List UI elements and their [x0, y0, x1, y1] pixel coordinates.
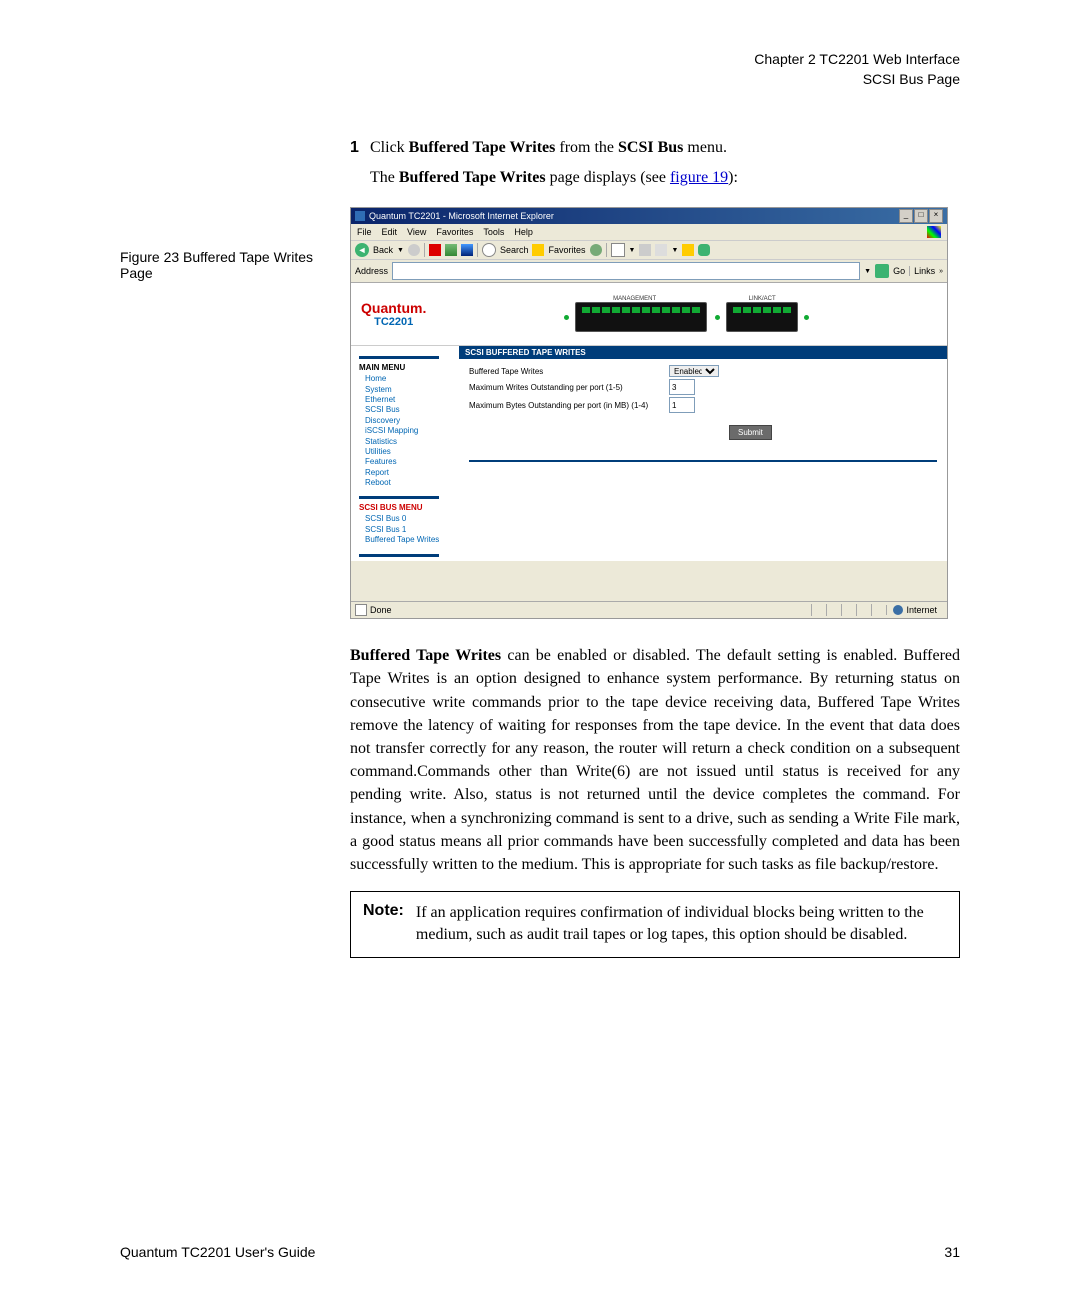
footer-page-number: 31: [944, 1244, 960, 1260]
forward-button[interactable]: [408, 244, 420, 256]
sidebar-item-scsi-bus-0[interactable]: SCSI Bus 0: [359, 514, 459, 524]
sidebar-item-statistics[interactable]: Statistics: [359, 437, 459, 447]
device-rear-image: [726, 302, 798, 332]
quantum-logo: Quantum. TC2201: [361, 300, 426, 328]
submit-button[interactable]: Submit: [729, 425, 772, 440]
browser-toolbar: ◄ Back ▼ Search Favorites ▼: [351, 240, 947, 260]
favorites-icon[interactable]: [532, 244, 544, 256]
max-bytes-input[interactable]: [669, 397, 695, 413]
field-label-max-bytes: Maximum Bytes Outstanding per port (in M…: [469, 401, 669, 410]
screenshot-browser-window: Quantum TC2201 - Microsoft Internet Expl…: [350, 207, 948, 619]
product-banner: Quantum. TC2201 MANAGEMENT: [351, 283, 947, 346]
field-label-max-writes: Maximum Writes Outstanding per port (1-5…: [469, 383, 669, 392]
panel-title: SCSI BUFFERED TAPE WRITES: [459, 346, 947, 359]
menu-tools[interactable]: Tools: [483, 227, 504, 237]
sidebar-main-head: MAIN MENU: [359, 363, 459, 372]
home-icon[interactable]: [461, 244, 473, 256]
sidebar-item-iscsi-mapping[interactable]: iSCSI Mapping: [359, 426, 459, 436]
header-line1: Chapter 2 TC2201 Web Interface: [120, 50, 960, 70]
messenger-icon[interactable]: [698, 244, 710, 256]
btw-select[interactable]: Enabled: [669, 365, 719, 377]
sidebar-item-system[interactable]: System: [359, 385, 459, 395]
search-label[interactable]: Search: [500, 245, 529, 255]
menu-favorites[interactable]: Favorites: [436, 227, 473, 237]
sidebar-item-buffered-tape-writes[interactable]: Buffered Tape Writes: [359, 535, 459, 545]
sidebar-item-report[interactable]: Report: [359, 468, 459, 478]
step-number: 1: [350, 139, 370, 157]
step-1: 1 Click Buffered Tape Writes from the SC…: [350, 139, 960, 157]
figure-link[interactable]: figure 19: [670, 169, 728, 186]
menu-edit[interactable]: Edit: [382, 227, 398, 237]
status-led-icon: [804, 315, 809, 320]
max-writes-input[interactable]: [669, 379, 695, 395]
status-led-icon: [564, 315, 569, 320]
window-title: Quantum TC2201 - Microsoft Internet Expl…: [369, 211, 554, 221]
sidebar-item-reboot[interactable]: Reboot: [359, 478, 459, 488]
device-front-image: [575, 302, 707, 332]
step-description: The Buffered Tape Writes page displays (…: [370, 169, 960, 187]
page-header: Chapter 2 TC2201 Web Interface SCSI Bus …: [120, 50, 960, 89]
go-button[interactable]: [875, 264, 889, 278]
sidebar-scsi-head: SCSI BUS MENU: [359, 503, 459, 512]
status-done: Done: [370, 605, 392, 615]
menu-help[interactable]: Help: [514, 227, 533, 237]
discuss-icon[interactable]: [682, 244, 694, 256]
internet-zone-icon: [893, 605, 903, 615]
back-button[interactable]: ◄: [355, 243, 369, 257]
menu-file[interactable]: File: [357, 227, 372, 237]
step-text: Click Buffered Tape Writes from the SCSI…: [370, 139, 960, 157]
note-label: Note:: [363, 902, 404, 947]
sidebar-item-features[interactable]: Features: [359, 457, 459, 467]
sidebar-item-discovery[interactable]: Discovery: [359, 416, 459, 426]
sidebar: MAIN MENU Home System Ethernet SCSI Bus …: [351, 346, 459, 560]
field-label-btw: Buffered Tape Writes: [469, 367, 669, 376]
sidebar-item-scsi-bus[interactable]: SCSI Bus: [359, 405, 459, 415]
page-icon: [355, 604, 367, 616]
history-icon[interactable]: [590, 244, 602, 256]
figure-caption: Figure 23 Buffered Tape Writes Page: [120, 249, 320, 281]
header-line2: SCSI Bus Page: [120, 70, 960, 90]
status-bar: Done Internet: [351, 601, 947, 618]
sidebar-item-home[interactable]: Home: [359, 374, 459, 384]
body-paragraph: Buffered Tape Writes can be enabled or d…: [350, 644, 960, 876]
back-label[interactable]: Back: [373, 245, 393, 255]
menu-view[interactable]: View: [407, 227, 426, 237]
sidebar-item-ethernet[interactable]: Ethernet: [359, 395, 459, 405]
stop-icon[interactable]: [429, 244, 441, 256]
address-bar: Address ▼ Go Links »: [351, 260, 947, 283]
mail-icon[interactable]: [611, 243, 625, 257]
main-panel: SCSI BUFFERED TAPE WRITES Buffered Tape …: [459, 346, 947, 560]
refresh-icon[interactable]: [445, 244, 457, 256]
footer-left: Quantum TC2201 User's Guide: [120, 1244, 315, 1260]
status-zone: Internet: [906, 605, 937, 615]
address-input[interactable]: [392, 262, 860, 280]
page-footer: Quantum TC2201 User's Guide 31: [120, 1244, 960, 1260]
note-text: If an application requires confirmation …: [416, 902, 947, 947]
menu-bar: File Edit View Favorites Tools Help: [351, 224, 947, 240]
search-icon[interactable]: [482, 243, 496, 257]
minimize-button[interactable]: _: [899, 209, 913, 223]
note-box: Note: If an application requires confirm…: [350, 891, 960, 958]
window-titlebar: Quantum TC2201 - Microsoft Internet Expl…: [351, 208, 947, 224]
print-icon[interactable]: [639, 244, 651, 256]
sidebar-item-scsi-bus-1[interactable]: SCSI Bus 1: [359, 525, 459, 535]
go-label[interactable]: Go: [893, 266, 905, 276]
address-label: Address: [355, 266, 388, 276]
edit-icon[interactable]: [655, 244, 667, 256]
windows-flag-icon: [927, 226, 941, 238]
favorites-label[interactable]: Favorites: [548, 245, 585, 255]
sidebar-item-utilities[interactable]: Utilities: [359, 447, 459, 457]
maximize-button[interactable]: □: [914, 209, 928, 223]
close-button[interactable]: ×: [929, 209, 943, 223]
links-label[interactable]: Links: [909, 266, 935, 276]
status-led-icon: [715, 315, 720, 320]
ie-icon: [355, 211, 365, 221]
